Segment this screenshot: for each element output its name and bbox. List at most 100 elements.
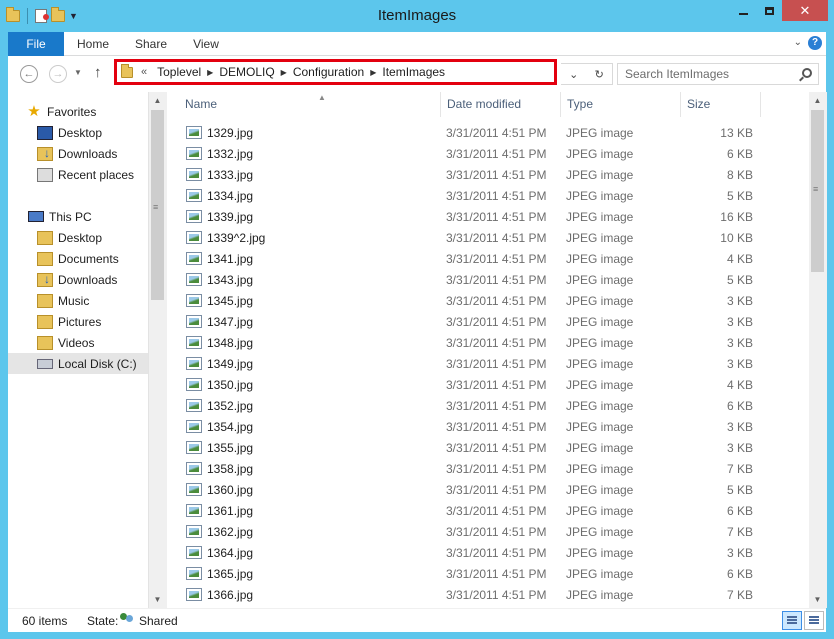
nav-pc-documents[interactable]: Documents: [37, 248, 119, 269]
file-name: 1347.jpg: [207, 315, 254, 329]
tab-share[interactable]: Share: [122, 32, 180, 56]
details-view-button[interactable]: [782, 611, 802, 630]
file-name: 1333.jpg: [207, 168, 254, 182]
table-row[interactable]: 1365.jpg 3/31/2011 4:51 PM JPEG image 6 KB: [177, 564, 757, 585]
nav-pc-videos[interactable]: Videos: [37, 332, 94, 353]
refresh-icon[interactable]: ↻: [595, 68, 604, 81]
file-type: JPEG image: [566, 420, 634, 434]
help-icon[interactable]: ?: [808, 36, 822, 50]
file-date-modified: 3/31/2011 4:51 PM: [446, 420, 547, 434]
column-header-name[interactable]: Name ▲: [179, 92, 441, 117]
table-row[interactable]: 1339.jpg 3/31/2011 4:51 PM JPEG image 16 KB: [177, 207, 757, 228]
table-row[interactable]: 1334.jpg 3/31/2011 4:51 PM JPEG image 5 KB: [177, 186, 757, 207]
scroll-up-arrow-icon[interactable]: ▲: [149, 92, 166, 109]
minimize-icon: [738, 12, 748, 15]
file-name: 1364.jpg: [207, 546, 254, 560]
breadcrumb-overflow[interactable]: «: [141, 66, 147, 78]
file-size: 8 KB: [726, 168, 753, 182]
nav-pc-local-disk[interactable]: Local Disk (C:): [8, 353, 148, 374]
jpeg-file-icon: [186, 567, 202, 580]
scroll-down-arrow-icon[interactable]: ▼: [809, 591, 826, 608]
breadcrumb-arrow-icon[interactable]: ▶: [281, 68, 287, 77]
nav-pc-desktop[interactable]: Desktop: [37, 227, 102, 248]
navigation-scrollbar[interactable]: ▲ ≡ ▼: [148, 92, 166, 608]
jpeg-file-icon: [186, 252, 202, 265]
file-date-modified: 3/31/2011 4:51 PM: [446, 378, 547, 392]
maximize-button[interactable]: [756, 0, 782, 21]
file-size: 6 KB: [726, 147, 753, 161]
table-row[interactable]: 1333.jpg 3/31/2011 4:51 PM JPEG image 8 KB: [177, 165, 757, 186]
table-row[interactable]: 1358.jpg 3/31/2011 4:51 PM JPEG image 7 KB: [177, 459, 757, 480]
breadcrumb-demoliq[interactable]: DEMOLIQ: [219, 65, 274, 79]
breadcrumb-toplevel[interactable]: Toplevel: [157, 65, 201, 79]
nav-favorites-desktop[interactable]: Desktop: [37, 122, 102, 143]
nav-label: This PC: [49, 209, 92, 224]
nav-pc-pictures[interactable]: Pictures: [37, 311, 101, 332]
search-input[interactable]: [625, 67, 795, 81]
scroll-up-arrow-icon[interactable]: ▲: [809, 92, 826, 109]
table-row[interactable]: 1339^2.jpg 3/31/2011 4:51 PM JPEG image 10 …: [177, 228, 757, 249]
scroll-grip-icon: ≡: [813, 184, 819, 194]
nav-favorites-downloads[interactable]: Downloads: [37, 143, 117, 164]
minimize-button[interactable]: [730, 0, 756, 21]
back-button[interactable]: ←: [20, 65, 38, 83]
address-history-chevron-down-icon[interactable]: ⌄: [569, 68, 578, 81]
downloads-icon: [37, 272, 53, 287]
table-row[interactable]: 1347.jpg 3/31/2011 4:51 PM JPEG image 3 KB: [177, 312, 757, 333]
close-button[interactable]: ✕: [782, 0, 828, 21]
breadcrumb-itemimages[interactable]: ItemImages: [382, 65, 445, 79]
table-row[interactable]: 1348.jpg 3/31/2011 4:51 PM JPEG image 3 KB: [177, 333, 757, 354]
nav-favorites[interactable]: ★ Favorites: [26, 101, 96, 122]
table-row[interactable]: 1360.jpg 3/31/2011 4:51 PM JPEG image 5 KB: [177, 480, 757, 501]
breadcrumb-arrow-icon[interactable]: ▶: [207, 68, 213, 77]
forward-button[interactable]: →: [49, 65, 67, 83]
nav-label: Local Disk (C:): [58, 356, 137, 371]
table-row[interactable]: 1366.jpg 3/31/2011 4:51 PM JPEG image 7 KB: [177, 585, 757, 606]
scroll-down-arrow-icon[interactable]: ▼: [149, 591, 166, 608]
tab-home[interactable]: Home: [64, 32, 122, 56]
column-header-size[interactable]: Size: [681, 92, 761, 117]
table-row[interactable]: 1332.jpg 3/31/2011 4:51 PM JPEG image 6 KB: [177, 144, 757, 165]
table-row[interactable]: 1362.jpg 3/31/2011 4:51 PM JPEG image 7 KB: [177, 522, 757, 543]
file-list-scrollbar[interactable]: ▲ ≡ ▼: [809, 92, 827, 608]
table-row[interactable]: 1361.jpg 3/31/2011 4:51 PM JPEG image 6 KB: [177, 501, 757, 522]
table-row[interactable]: 1343.jpg 3/31/2011 4:51 PM JPEG image 5 KB: [177, 270, 757, 291]
file-name: 1341.jpg: [207, 252, 254, 266]
expand-ribbon-chevron-icon[interactable]: ⌄: [794, 37, 802, 48]
table-row[interactable]: 1345.jpg 3/31/2011 4:51 PM JPEG image 3 KB: [177, 291, 757, 312]
tab-view[interactable]: View: [180, 32, 232, 56]
file-size: 10 KB: [720, 231, 753, 245]
table-row[interactable]: 1329.jpg 3/31/2011 4:51 PM JPEG image 13 KB: [177, 123, 757, 144]
file-date-modified: 3/31/2011 4:51 PM: [446, 315, 547, 329]
maximize-icon: [764, 6, 774, 15]
tab-file[interactable]: File: [8, 32, 64, 56]
file-type: JPEG image: [566, 210, 634, 224]
table-row[interactable]: 1354.jpg 3/31/2011 4:51 PM JPEG image 3 KB: [177, 417, 757, 438]
nav-pc-downloads[interactable]: Downloads: [37, 269, 117, 290]
breadcrumb-configuration[interactable]: Configuration: [293, 65, 364, 79]
search-icon[interactable]: [802, 68, 812, 78]
nav-favorites-recent-places[interactable]: Recent places: [37, 164, 134, 185]
table-row[interactable]: 1349.jpg 3/31/2011 4:51 PM JPEG image 3 KB: [177, 354, 757, 375]
file-name: 1355.jpg: [207, 441, 254, 455]
up-arrow-icon[interactable]: ↑: [94, 64, 102, 81]
nav-pc-music[interactable]: Music: [37, 290, 89, 311]
address-bar[interactable]: « Toplevel ▶ DEMOLIQ ▶ Configuration ▶ I…: [114, 59, 557, 85]
table-row[interactable]: 1341.jpg 3/31/2011 4:51 PM JPEG image 4 KB: [177, 249, 757, 270]
file-name: 1354.jpg: [207, 420, 254, 434]
nav-this-pc[interactable]: This PC: [28, 206, 92, 227]
file-size: 3 KB: [726, 294, 753, 308]
file-type: JPEG image: [566, 441, 634, 455]
table-row[interactable]: 1355.jpg 3/31/2011 4:51 PM JPEG image 3 KB: [177, 438, 757, 459]
file-type: JPEG image: [566, 504, 634, 518]
file-type: JPEG image: [566, 525, 634, 539]
large-icons-view-button[interactable]: [804, 611, 824, 630]
table-row[interactable]: 1350.jpg 3/31/2011 4:51 PM JPEG image 4 KB: [177, 375, 757, 396]
column-header-type[interactable]: Type: [561, 92, 681, 117]
breadcrumb-arrow-icon[interactable]: ▶: [370, 68, 376, 77]
table-row[interactable]: 1364.jpg 3/31/2011 4:51 PM JPEG image 3 KB: [177, 543, 757, 564]
table-row[interactable]: 1352.jpg 3/31/2011 4:51 PM JPEG image 6 KB: [177, 396, 757, 417]
column-header-date-modified[interactable]: Date modified: [441, 92, 561, 117]
file-name: 1358.jpg: [207, 462, 254, 476]
recent-locations-chevron-down-icon[interactable]: ▼: [74, 68, 82, 77]
